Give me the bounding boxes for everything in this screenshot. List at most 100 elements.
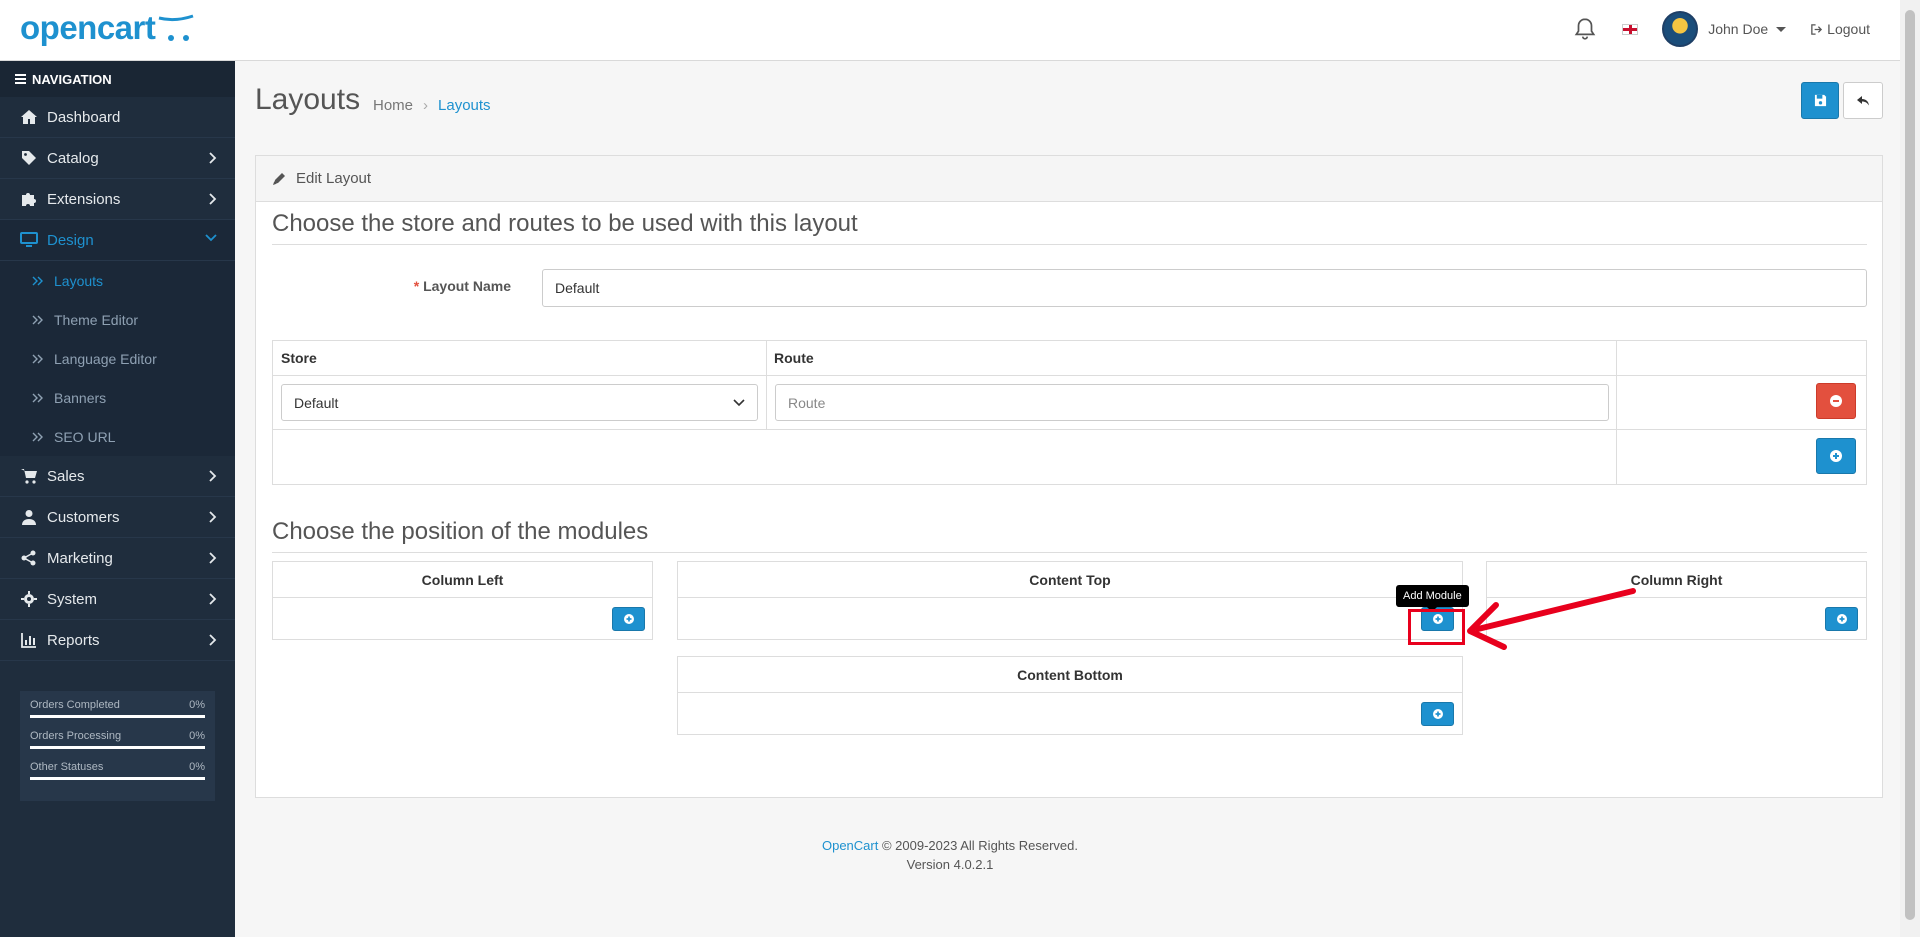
home-icon — [20, 108, 38, 126]
sidebar-subitem-theme-editor[interactable]: Theme Editor — [0, 300, 235, 339]
layout-name-label: * Layout Name — [396, 278, 511, 294]
annotation-arrow-icon — [1467, 588, 1636, 650]
stat-label: Orders Completed — [30, 699, 120, 711]
user-name[interactable]: John Doe — [1708, 21, 1768, 37]
floppy-disk-icon — [1814, 94, 1826, 107]
uk-flag-icon[interactable] — [1622, 23, 1639, 35]
add-module-button[interactable] — [1421, 702, 1454, 726]
logout-link[interactable]: Logout — [1810, 21, 1870, 37]
sidebar-item-label: Extensions — [47, 190, 121, 208]
minus-circle-icon — [1830, 395, 1842, 407]
sidebar-item-label: Dashboard — [47, 108, 121, 126]
tag-icon — [20, 149, 38, 167]
add-module-button[interactable] — [1825, 607, 1858, 631]
nav-title: NAVIGATION — [32, 71, 112, 87]
reply-arrow-icon — [1857, 95, 1869, 105]
stat-orders-processing: Orders Processing 0% — [30, 730, 205, 749]
sidebar-subitem-banners[interactable]: Banners — [0, 378, 235, 417]
page-title: Layouts — [255, 83, 361, 116]
sidebar-subitem-label: Banners — [54, 389, 107, 406]
add-module-button[interactable] — [612, 607, 645, 631]
sidebar-item-design[interactable]: Design — [0, 220, 235, 261]
footer-version: Version 4.0.2.1 — [906, 857, 994, 872]
sidebar-item-customers[interactable]: Customers — [0, 497, 235, 538]
annotation-highlight-box — [1408, 609, 1465, 645]
chevron-right-icon — [209, 511, 217, 523]
column-left-panel: Column Left — [272, 561, 653, 640]
stat-value: 0% — [189, 699, 205, 711]
chevron-right-icon — [209, 193, 217, 205]
sidebar-item-extensions[interactable]: Extensions — [0, 179, 235, 220]
double-chevron-right-icon — [32, 276, 43, 285]
sidebar-subitem-label: SEO URL — [54, 428, 116, 445]
layout-name-label-text: Layout Name — [423, 278, 511, 294]
chevron-right-icon — [209, 552, 217, 564]
double-chevron-right-icon — [32, 354, 43, 363]
double-chevron-right-icon — [32, 315, 43, 324]
route-input[interactable]: Route — [775, 384, 1609, 421]
sidebar-item-dashboard[interactable]: Dashboard — [0, 97, 235, 138]
stat-progress-bar — [30, 746, 205, 749]
stat-label: Other Statuses — [30, 761, 104, 773]
sidebar-item-system[interactable]: System — [0, 579, 235, 620]
plus-circle-icon — [1836, 614, 1847, 624]
scroll-thumb[interactable] — [1905, 10, 1915, 920]
layout-name-input[interactable]: Default — [542, 269, 1867, 307]
breadcrumb: Home › Layouts — [373, 97, 491, 114]
logo-text: opencart — [20, 9, 156, 46]
section-title-routes: Choose the store and routes to be used w… — [272, 210, 1867, 245]
chevron-down-icon — [205, 234, 217, 242]
sidebar-item-marketing[interactable]: Marketing — [0, 538, 235, 579]
sidebar-subitem-layouts[interactable]: Layouts — [0, 261, 235, 300]
opencart-logo[interactable]: opencart — [20, 10, 197, 50]
bar-chart-icon — [20, 631, 38, 649]
chevron-right-icon — [209, 470, 217, 482]
avatar[interactable] — [1662, 11, 1699, 47]
add-module-tooltip: Add Module — [1396, 585, 1469, 612]
breadcrumb-current[interactable]: Layouts — [438, 97, 491, 114]
sidebar-item-catalog[interactable]: Catalog — [0, 138, 235, 179]
footer-opencart-link[interactable]: OpenCart — [822, 838, 878, 853]
add-route-button[interactable] — [1816, 438, 1856, 474]
edit-layout-card: Edit Layout Choose the store and routes … — [255, 155, 1883, 798]
content-top-panel: Content Top — [677, 561, 1463, 640]
pencil-icon — [273, 172, 285, 185]
caret-down-icon[interactable] — [1776, 26, 1787, 32]
chevron-down-icon — [733, 398, 745, 406]
chevron-right-icon — [209, 634, 217, 646]
sidebar-item-reports[interactable]: Reports — [0, 620, 235, 661]
sidebar-subitem-seo-url[interactable]: SEO URL — [0, 417, 235, 456]
panel-heading: Column Left — [273, 562, 652, 598]
sidebar-item-label: Catalog — [47, 149, 99, 167]
remove-route-button[interactable] — [1816, 383, 1856, 419]
back-button[interactable] — [1843, 82, 1883, 119]
breadcrumb-home[interactable]: Home — [373, 97, 413, 114]
nav-heading[interactable]: NAVIGATION — [0, 61, 235, 97]
share-icon — [20, 549, 38, 567]
chevron-right-icon — [209, 152, 217, 164]
footer-copyright: © 2009-2023 All Rights Reserved. — [881, 838, 1079, 853]
panel-heading: Content Top — [678, 562, 1462, 598]
stat-other-statuses: Other Statuses 0% — [30, 761, 205, 780]
gear-icon — [20, 590, 38, 608]
table-header-route: Route — [774, 350, 814, 366]
stat-progress-bar — [30, 777, 205, 780]
bell-icon[interactable] — [1572, 16, 1598, 42]
page-scrollbar[interactable] — [1900, 0, 1920, 937]
puzzle-icon — [20, 190, 38, 208]
save-button[interactable] — [1801, 82, 1839, 119]
stat-value: 0% — [189, 761, 205, 773]
sidebar-subitem-label: Layouts — [54, 272, 104, 289]
cart-logo-icon — [159, 14, 194, 41]
stat-orders-completed: Orders Completed 0% — [30, 699, 205, 718]
sidebar-subitem-label: Language Editor — [54, 350, 157, 367]
sidebar-subitem-language-editor[interactable]: Language Editor — [0, 339, 235, 378]
sidebar-item-label: System — [47, 590, 98, 608]
sidebar-item-label: Sales — [47, 467, 85, 485]
panel-heading: Content Bottom — [678, 657, 1462, 693]
footer: OpenCart © 2009-2023 All Rights Reserved… — [235, 836, 1665, 874]
sidebar: NAVIGATION Dashboard Catalog Extensions … — [0, 61, 235, 937]
sidebar-item-sales[interactable]: Sales — [0, 456, 235, 497]
store-select[interactable]: Default — [281, 384, 758, 421]
table-divider — [273, 375, 1866, 376]
